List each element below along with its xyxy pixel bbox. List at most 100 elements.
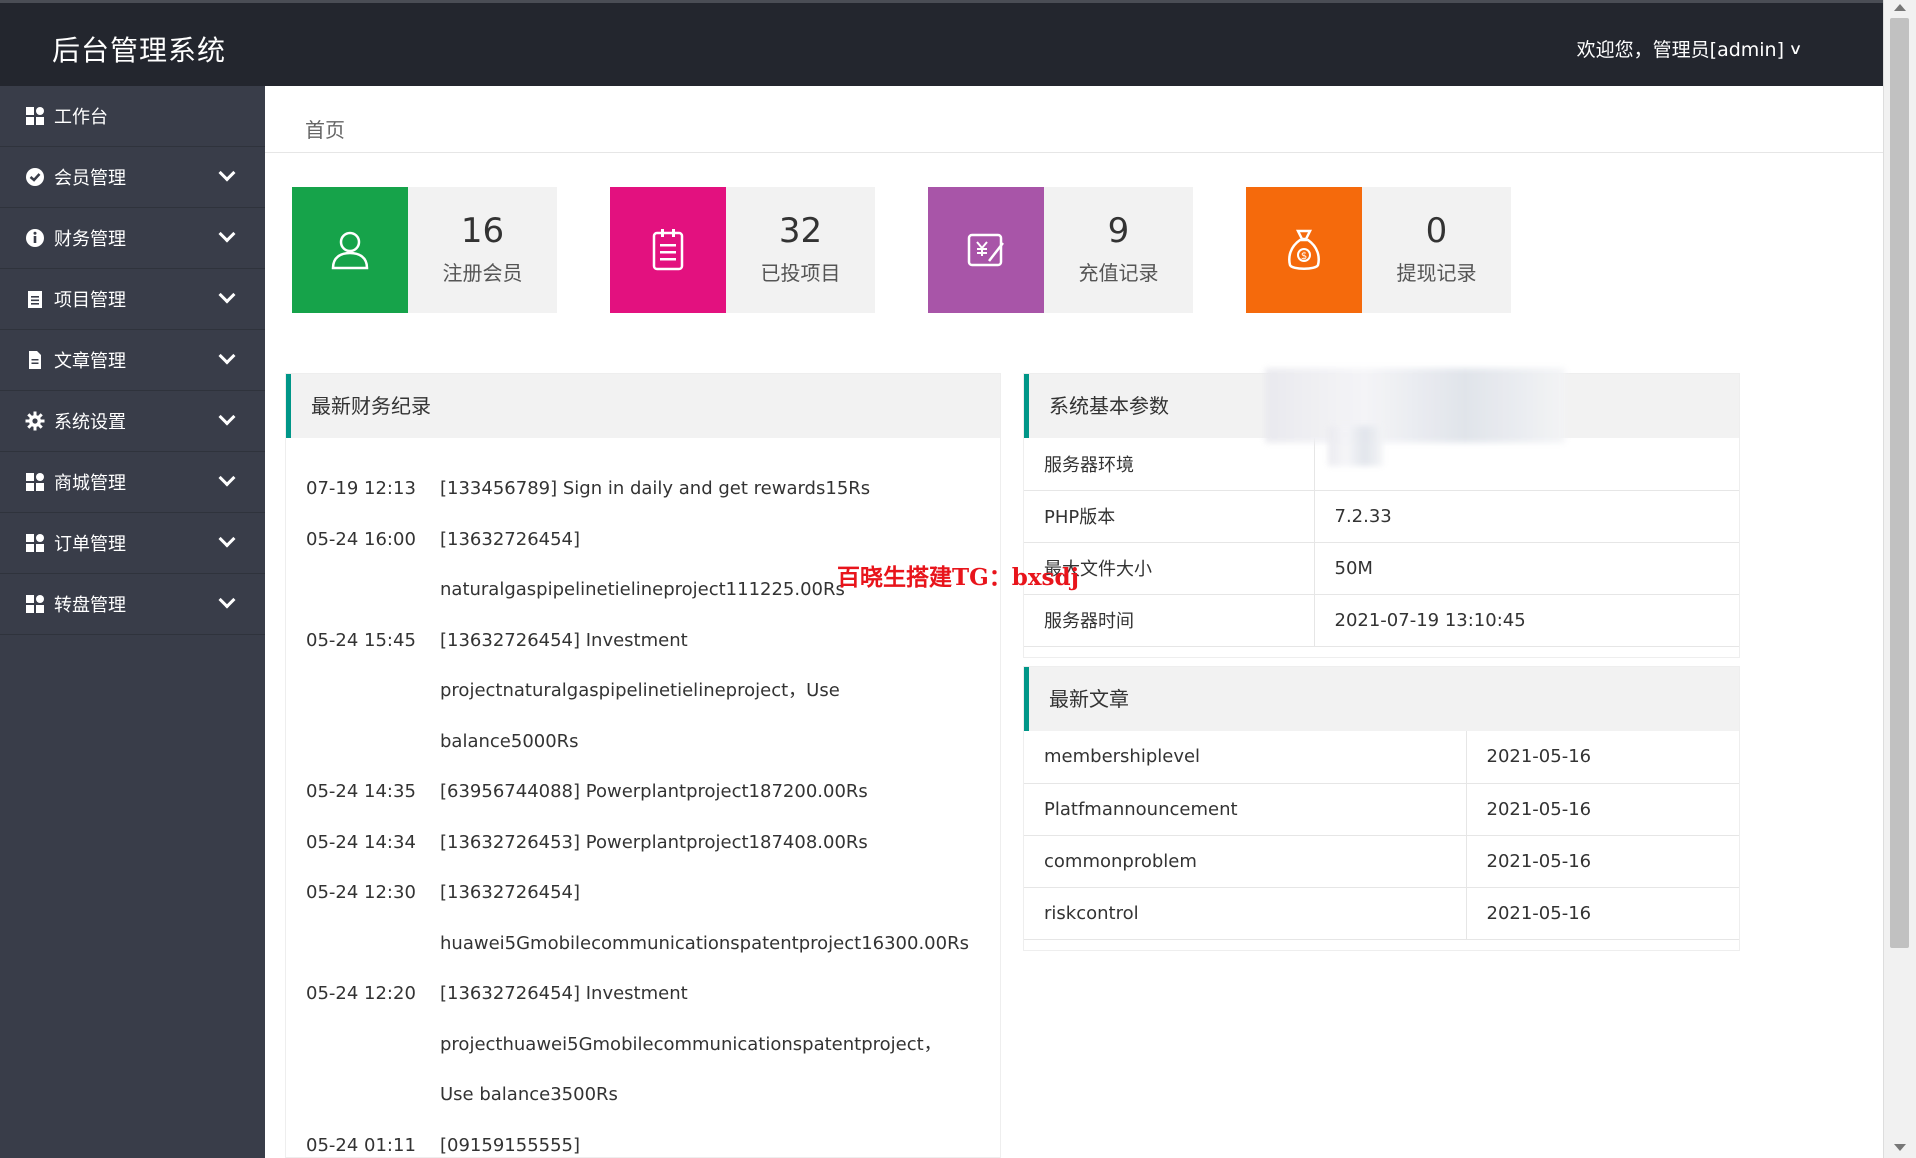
chevron-down-icon: ∨ bbox=[1788, 39, 1803, 58]
system-key: 服务器时间 bbox=[1024, 594, 1315, 647]
finance-row: 05-24 14:34 [13632726453] Powerplantproje… bbox=[306, 818, 986, 869]
check-circle-icon bbox=[24, 166, 46, 188]
stat-icon-box: $ bbox=[1246, 187, 1362, 313]
finance-panel-title: 最新财务纪录 bbox=[286, 374, 1000, 438]
sidebar-item-workbench[interactable]: 工作台 bbox=[0, 86, 265, 147]
sidebar-item-members[interactable]: 会员管理 bbox=[0, 147, 265, 208]
divider bbox=[265, 152, 1883, 153]
chevron-down-icon bbox=[218, 408, 236, 426]
sidebar-item-label: 财务管理 bbox=[54, 229, 126, 250]
vertical-scrollbar[interactable] bbox=[1883, 0, 1916, 1158]
article-date: 2021-05-16 bbox=[1466, 835, 1739, 888]
scrollbar-thumb[interactable] bbox=[1890, 18, 1909, 948]
chevron-down-icon bbox=[218, 286, 236, 304]
article-title[interactable]: Platfmannouncement bbox=[1024, 783, 1467, 836]
stat-value: 16 bbox=[460, 211, 505, 251]
article-title[interactable]: commonproblem bbox=[1024, 835, 1467, 888]
stat-card-members[interactable]: 16 注册会员 bbox=[292, 187, 557, 313]
system-row: PHP版本 7.2.33 bbox=[1024, 490, 1739, 543]
sidebar-item-label: 商城管理 bbox=[54, 473, 126, 494]
article-date: 2021-05-16 bbox=[1466, 887, 1739, 940]
article-date: 2021-05-16 bbox=[1466, 783, 1739, 836]
finance-time: 05-24 16:00 bbox=[306, 528, 416, 550]
stat-card-recharge[interactable]: 9 充值记录 bbox=[928, 187, 1193, 313]
clipboard-icon bbox=[652, 229, 684, 271]
finance-time bbox=[306, 919, 440, 970]
finance-time: 05-24 12:20 bbox=[306, 983, 416, 1004]
system-key: PHP版本 bbox=[1024, 490, 1315, 543]
document-icon bbox=[24, 349, 46, 371]
system-value: 2021-07-19 13:10:45 bbox=[1314, 594, 1739, 647]
sidebar-item-label: 转盘管理 bbox=[54, 595, 126, 616]
sidebar-item-projects[interactable]: 项目管理 bbox=[0, 269, 265, 330]
user-icon bbox=[331, 231, 369, 270]
sidebar-item-mall[interactable]: 商城管理 bbox=[0, 452, 265, 513]
finance-row: 05-24 15:45 [13632726454] Investment bbox=[306, 616, 986, 667]
finance-row: projecthuawei5Gmobilecommunicationspaten… bbox=[306, 1020, 986, 1071]
stat-card-withdraw[interactable]: $ 0 提现记录 bbox=[1246, 187, 1511, 313]
chevron-down-icon bbox=[218, 530, 236, 548]
stat-card-projects[interactable]: 32 已投项目 bbox=[610, 187, 875, 313]
article-row[interactable]: Platfmannouncement 2021-05-16 bbox=[1024, 783, 1739, 836]
finance-panel: 最新财务纪录 07-19 12:13 [133456789] Sign in da… bbox=[285, 373, 1001, 1158]
articles-panel-title: 最新文章 bbox=[1024, 667, 1739, 731]
stat-value: 9 bbox=[1107, 211, 1130, 251]
yen-edit-icon bbox=[967, 233, 1004, 267]
article-row[interactable]: membershiplevel 2021-05-16 bbox=[1024, 731, 1739, 784]
finance-desc: projecthuawei5Gmobilecommunicationspaten… bbox=[440, 1033, 942, 1055]
sidebar-item-label: 项目管理 bbox=[54, 290, 126, 311]
sidebar-item-wheel[interactable]: 转盘管理 bbox=[0, 574, 265, 635]
sidebar-item-label: 订单管理 bbox=[54, 534, 126, 555]
chevron-down-icon bbox=[218, 225, 236, 243]
finance-desc: projectnaturalgaspipelinetielineproject，… bbox=[440, 680, 840, 701]
system-value: 7.2.33 bbox=[1314, 490, 1739, 543]
finance-desc: [13632726454] Investment bbox=[440, 629, 688, 651]
finance-time: 05-24 14:34 bbox=[306, 831, 416, 853]
finance-time: 05-24 15:45 bbox=[306, 629, 416, 651]
stat-icon-box bbox=[292, 187, 408, 313]
app-title: 后台管理系统 bbox=[52, 34, 227, 67]
gear-icon bbox=[24, 410, 46, 432]
stat-icon-box bbox=[928, 187, 1044, 313]
system-row: 最大文件大小 50M bbox=[1024, 542, 1739, 595]
finance-desc: [13632726454] Investment bbox=[440, 983, 688, 1004]
svg-text:$: $ bbox=[1301, 251, 1307, 262]
finance-desc: [09159155555] bbox=[440, 1134, 581, 1156]
article-row[interactable]: riskcontrol 2021-05-16 bbox=[1024, 887, 1739, 940]
system-key: 服务器环境 bbox=[1024, 438, 1315, 491]
finance-time bbox=[306, 717, 440, 768]
info-circle-icon bbox=[24, 227, 46, 249]
finance-row: balance5000Rs bbox=[306, 717, 986, 768]
money-bag-icon: $ bbox=[1288, 229, 1320, 270]
sidebar-item-label: 会员管理 bbox=[54, 168, 126, 189]
finance-row: Use balance3500Rs bbox=[306, 1070, 986, 1121]
article-date: 2021-05-16 bbox=[1466, 731, 1739, 784]
sidebar-item-settings[interactable]: 系统设置 bbox=[0, 391, 265, 452]
article-row[interactable]: commonproblem 2021-05-16 bbox=[1024, 835, 1739, 888]
sidebar-item-orders[interactable]: 订单管理 bbox=[0, 513, 265, 574]
finance-desc: [133456789] Sign in daily and get reward… bbox=[440, 478, 871, 499]
scroll-down-icon[interactable] bbox=[1894, 1144, 1906, 1151]
finance-row: 05-24 01:11 [09159155555] bbox=[306, 1121, 986, 1158]
sidebar-item-articles[interactable]: 文章管理 bbox=[0, 330, 265, 391]
sidebar-item-finance[interactable]: 财务管理 bbox=[0, 208, 265, 269]
finance-time: 05-24 14:35 bbox=[306, 781, 416, 802]
article-title[interactable]: riskcontrol bbox=[1024, 887, 1467, 940]
chevron-down-icon bbox=[218, 347, 236, 365]
system-table: 服务器环境 PHP版本 7.2.33 最大文件大小 50M 服务器时间 2021-07-19… bbox=[1024, 438, 1739, 647]
sidebar: 工作台 会员管理 财务管理 项目管理 文章管理 系统设置 商城管理 订单管理 转… bbox=[0, 86, 265, 1158]
finance-row: projectnaturalgaspipelinetielineproject，… bbox=[306, 666, 986, 717]
article-title[interactable]: membershiplevel bbox=[1024, 731, 1467, 784]
top-header: 后台管理系统 欢迎您，管理员[admin] ∨ bbox=[0, 0, 1883, 86]
system-row: 服务器时间 2021-07-19 13:10:45 bbox=[1024, 594, 1739, 647]
finance-desc: [13632726454] bbox=[440, 882, 581, 903]
finance-desc: [63956744088] Powerplantproject187200.00… bbox=[440, 781, 868, 802]
finance-time bbox=[306, 1070, 440, 1121]
scroll-up-icon[interactable] bbox=[1894, 4, 1906, 11]
breadcrumb[interactable]: 首页 bbox=[305, 114, 345, 143]
grid-icon bbox=[24, 471, 46, 493]
user-menu[interactable]: 欢迎您，管理员[admin] ∨ bbox=[1576, 35, 1803, 62]
stat-label: 注册会员 bbox=[442, 261, 523, 285]
user-menu-label: 欢迎您，管理员[admin] bbox=[1576, 39, 1785, 61]
finance-row: 05-24 12:30 [13632726454] bbox=[306, 868, 986, 919]
